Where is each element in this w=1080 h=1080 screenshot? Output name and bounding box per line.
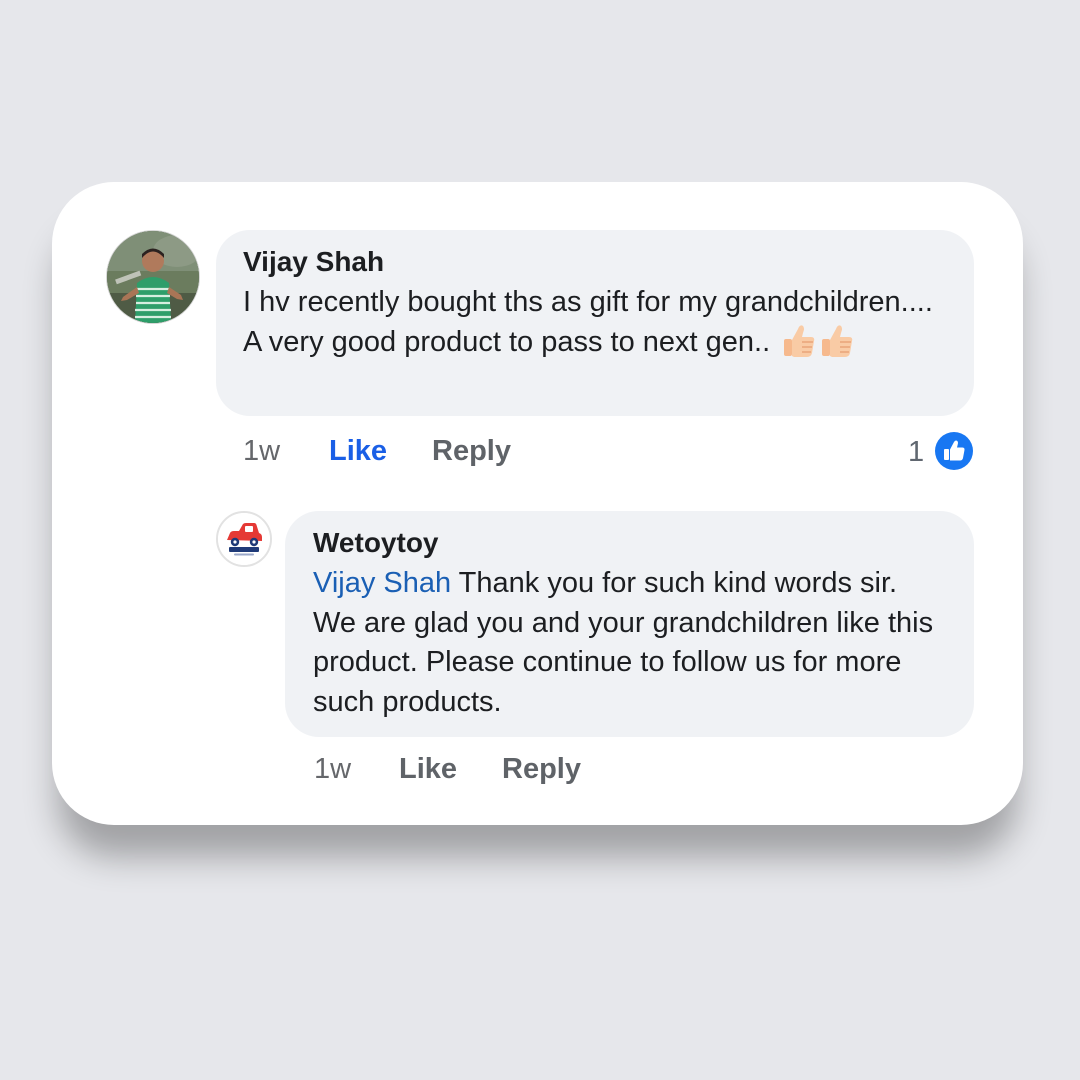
- comment-author[interactable]: Vijay Shah: [243, 245, 946, 279]
- like-icon[interactable]: [935, 432, 973, 470]
- reply-like-button[interactable]: Like: [399, 751, 457, 787]
- reply-button[interactable]: Reply: [432, 433, 511, 469]
- reply-author[interactable]: Wetoytoy: [313, 526, 946, 560]
- comment-timestamp[interactable]: 1w: [243, 433, 280, 469]
- comment-bubble: Vijay Shah I hv recently bought ths as g…: [216, 230, 974, 416]
- brand-avatar[interactable]: [216, 511, 272, 567]
- avatar[interactable]: [106, 230, 200, 324]
- mention-link[interactable]: Vijay Shah: [313, 567, 451, 599]
- comment-text-block: I hv recently bought ths as gift for my …: [243, 283, 946, 370]
- reply-text-block: Vijay Shah Thank you for such kind words…: [313, 564, 946, 722]
- reply-bubble: Wetoytoy Vijay Shah Thank you for such k…: [285, 511, 974, 737]
- reaction-count[interactable]: 1: [908, 434, 924, 470]
- car-logo-icon: [218, 513, 270, 565]
- reply-reply-button[interactable]: Reply: [502, 751, 581, 787]
- reply-timestamp[interactable]: 1w: [314, 751, 351, 787]
- reply-actions: 1w Like Reply: [0, 751, 1080, 791]
- like-button[interactable]: Like: [329, 433, 387, 469]
- avatar-photo: [107, 231, 199, 323]
- thumbs-up-emoji: [782, 323, 816, 371]
- thumbs-up-emoji: [820, 323, 854, 371]
